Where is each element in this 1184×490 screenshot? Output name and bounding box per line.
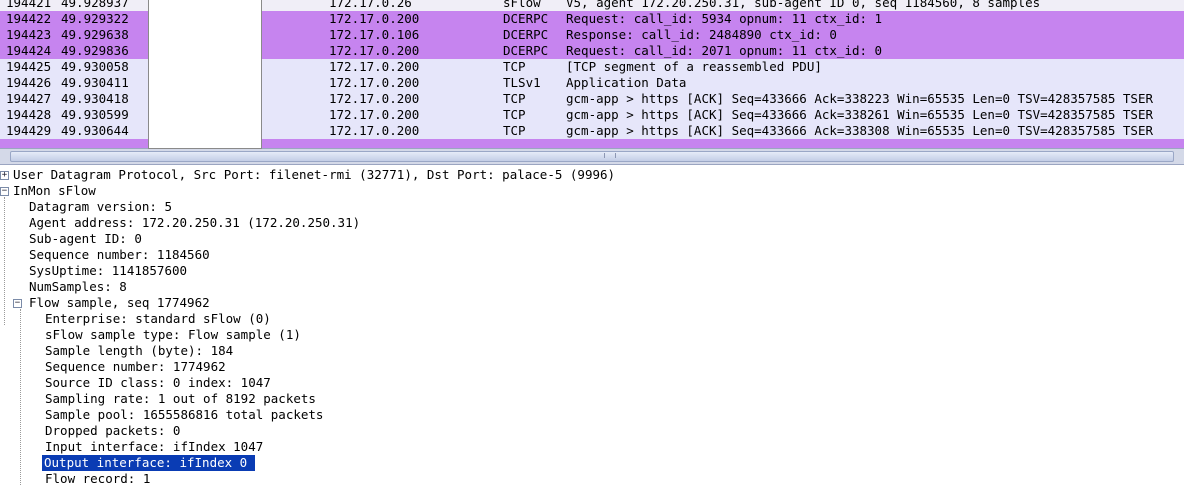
packet-destination: 172.17.0.26 (329, 0, 412, 10)
horizontal-scrollbar[interactable] (0, 148, 1184, 165)
packet-protocol: DCERPC (503, 11, 549, 26)
packet-info: Request: call_id: 5934 opnum: 11 ctx_id:… (566, 11, 883, 26)
expand-plus-icon[interactable]: + (0, 171, 9, 180)
packet-protocol: TLSv1 (503, 75, 541, 90)
packet-destination: 172.17.0.200 (329, 107, 420, 122)
packet-protocol: TCP (503, 59, 526, 74)
packet-number: 194429 (6, 123, 52, 138)
packet-info: Application Data (566, 75, 687, 90)
packet-protocol: TCP (503, 123, 526, 138)
packet-protocol: DCERPC (503, 27, 549, 42)
packet-number: 194424 (6, 43, 52, 58)
packet-destination: 172.17.0.200 (329, 11, 420, 26)
tree-field[interactable]: NumSamples: 8 (29, 279, 127, 295)
packet-number: 194427 (6, 91, 52, 106)
packet-info: Response: call_id: 2484890 ctx_id: 0 (566, 27, 837, 42)
redacted-source-column (148, 0, 262, 149)
scrollbar-thumb[interactable] (10, 151, 1174, 162)
packet-time: 49.928937 (61, 0, 129, 10)
packet-time: 49.929322 (61, 11, 129, 26)
packet-protocol: DCERPC (503, 43, 549, 58)
tree-field[interactable]: Sub-agent ID: 0 (29, 231, 142, 247)
packet-protocol: TCP (503, 107, 526, 122)
packet-destination: 172.17.0.200 (329, 43, 420, 58)
scrollbar-grip-icon (604, 153, 616, 158)
packet-time: 49.930599 (61, 107, 129, 122)
tree-field[interactable]: sFlow sample type: Flow sample (1) (45, 327, 301, 343)
tree-field[interactable]: Datagram version: 5 (29, 199, 172, 215)
tree-field-selected[interactable]: Output interface: ifIndex 0 (42, 455, 256, 471)
packet-destination: 172.17.0.200 (329, 123, 420, 138)
tree-item-udp[interactable]: User Datagram Protocol, Src Port: filene… (13, 167, 615, 183)
packet-time: 49.930644 (61, 123, 129, 138)
tree-field[interactable]: SysUptime: 1141857600 (29, 263, 187, 279)
tree-guide-line (4, 197, 5, 325)
tree-item-flow-sample[interactable]: Flow sample, seq 1774962 (29, 295, 210, 311)
collapse-minus-icon[interactable]: − (0, 187, 9, 196)
tree-field[interactable]: Agent address: 172.20.250.31 (172.20.250… (29, 215, 360, 231)
packet-number: 194428 (6, 107, 52, 122)
tree-field[interactable]: Sampling rate: 1 out of 8192 packets (45, 391, 316, 407)
packet-info: gcm-app > https [ACK] Seq=433666 Ack=338… (566, 123, 1153, 138)
packet-protocol: sFlow (503, 0, 541, 10)
packet-destination: 172.17.0.200 (329, 75, 420, 90)
tree-field[interactable]: Sample length (byte): 184 (45, 343, 233, 359)
packet-destination: 172.17.0.200 (329, 91, 420, 106)
packet-number: 194422 (6, 11, 52, 26)
tree-guide-line (20, 309, 21, 485)
packet-time: 49.930058 (61, 59, 129, 74)
tree-field[interactable]: Sequence number: 1184560 (29, 247, 210, 263)
tree-field[interactable]: Enterprise: standard sFlow (0) (45, 311, 271, 327)
packet-number: 194425 (6, 59, 52, 74)
packet-time: 49.930411 (61, 75, 129, 90)
packet-info: V5, agent 172.20.250.31, sub-agent ID 0,… (566, 0, 1041, 10)
packet-destination: 172.17.0.200 (329, 59, 420, 74)
packet-info: [TCP segment of a reassembled PDU] (566, 59, 822, 74)
packet-number: 194421 (6, 0, 52, 10)
packet-detail-tree[interactable]: + User Datagram Protocol, Src Port: file… (0, 167, 1184, 490)
packet-time: 49.929836 (61, 43, 129, 58)
packet-destination: 172.17.0.106 (329, 27, 420, 42)
packet-info: Request: call_id: 2071 opnum: 11 ctx_id:… (566, 43, 883, 58)
tree-field[interactable]: Source ID class: 0 index: 1047 (45, 375, 271, 391)
packet-time: 49.929638 (61, 27, 129, 42)
packet-protocol: TCP (503, 91, 526, 106)
tree-field[interactable]: Input interface: ifIndex 1047 (45, 439, 263, 455)
packet-time: 49.930418 (61, 91, 129, 106)
tree-field[interactable]: Dropped packets: 0 (45, 423, 180, 439)
tree-field[interactable]: Sample pool: 1655586816 total packets (45, 407, 323, 423)
collapse-minus-icon[interactable]: − (13, 299, 22, 308)
tree-item-inmon-sflow[interactable]: InMon sFlow (13, 183, 96, 199)
tree-field[interactable]: Sequence number: 1774962 (45, 359, 226, 375)
packet-info: gcm-app > https [ACK] Seq=433666 Ack=338… (566, 91, 1153, 106)
packet-info: gcm-app > https [ACK] Seq=433666 Ack=338… (566, 107, 1153, 122)
packet-number: 194426 (6, 75, 52, 90)
packet-number: 194423 (6, 27, 52, 42)
tree-field[interactable]: Flow record: 1 (45, 471, 150, 487)
